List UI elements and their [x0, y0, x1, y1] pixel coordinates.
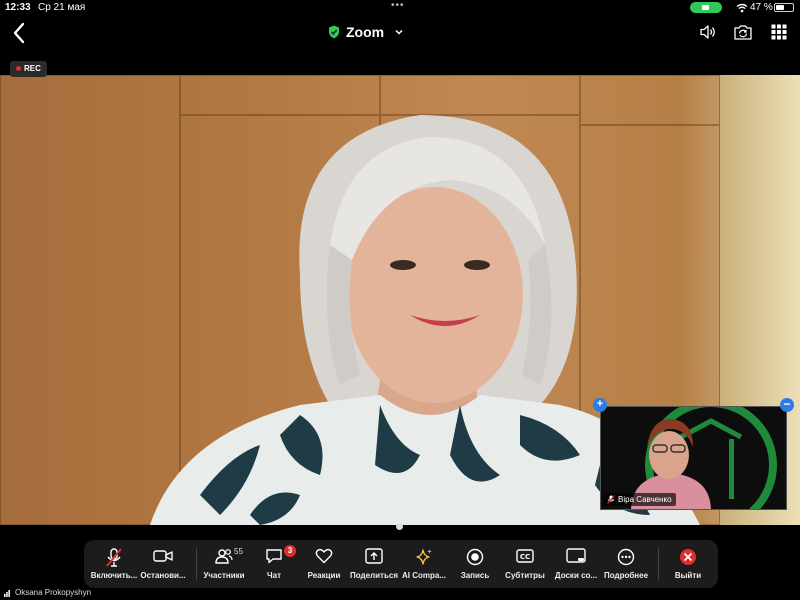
svg-text:CC: CC: [520, 553, 530, 561]
video-camera-icon: [153, 550, 173, 562]
self-name: Oksana Prokopyshyn: [15, 588, 92, 597]
record-dot-icon: [16, 66, 21, 72]
meeting-title-text: Zoom: [346, 24, 385, 40]
share-screen-icon: [365, 548, 383, 564]
heart-icon: [315, 548, 333, 564]
status-bar: 12:33 Ср 21 мая ••• 47 %: [0, 0, 800, 16]
plus-icon: +: [596, 398, 604, 410]
status-time: 12:33: [5, 2, 31, 13]
camera-in-use-icon: [690, 2, 722, 13]
minimize-thumbnail-button[interactable]: −: [780, 398, 794, 412]
more-dots-icon: [617, 548, 635, 566]
gallery-view-icon[interactable]: [771, 24, 787, 40]
participants-icon: [215, 549, 233, 564]
video-button[interactable]: Останови...: [133, 540, 193, 588]
recording-label: REC: [24, 64, 41, 73]
page-indicator-dot[interactable]: [396, 523, 403, 530]
leave-x-icon: [680, 549, 696, 565]
mic-off-icon: [106, 548, 122, 567]
speaker-icon[interactable]: [699, 23, 717, 41]
wifi-icon: [736, 3, 748, 13]
top-bar: Zoom: [0, 16, 800, 54]
battery-percent: 47 %: [750, 2, 773, 13]
battery-icon: [774, 3, 794, 12]
self-name-tag: Oksana Prokopyshyn: [4, 588, 91, 597]
whiteboard-icon: [566, 548, 586, 563]
mic-muted-icon: [607, 495, 615, 504]
closed-captions-icon: CC: [516, 549, 534, 563]
multitasking-dots-icon[interactable]: •••: [391, 0, 405, 11]
meeting-toolbar: Включить... Останови... Участники 55 Чат…: [84, 540, 718, 588]
leave-button[interactable]: Выйти: [658, 540, 718, 588]
status-date: Ср 21 мая: [38, 2, 86, 13]
recording-badge: REC: [10, 61, 47, 77]
meeting-title[interactable]: Zoom: [328, 24, 404, 40]
minus-icon: −: [783, 397, 791, 411]
signal-strength-icon: [4, 589, 10, 597]
back-chevron-icon[interactable]: [10, 21, 28, 45]
participant-thumbnail[interactable]: Віра Савченко: [600, 406, 787, 510]
thumbnail-name: Віра Савченко: [618, 495, 672, 504]
more-button[interactable]: Подробнее: [596, 540, 656, 588]
chat-bubble-icon: [266, 549, 282, 564]
record-icon: [466, 548, 484, 566]
thumbnail-name-tag: Віра Савченко: [603, 493, 676, 506]
expand-thumbnail-button[interactable]: +: [593, 398, 607, 412]
sparkle-icon: [416, 549, 432, 565]
participants-count: 55: [234, 547, 243, 556]
switch-camera-icon[interactable]: [733, 23, 753, 41]
shield-check-icon: [329, 25, 339, 39]
chevron-down-icon: [395, 29, 403, 35]
leave-label: Выйти: [674, 571, 702, 580]
